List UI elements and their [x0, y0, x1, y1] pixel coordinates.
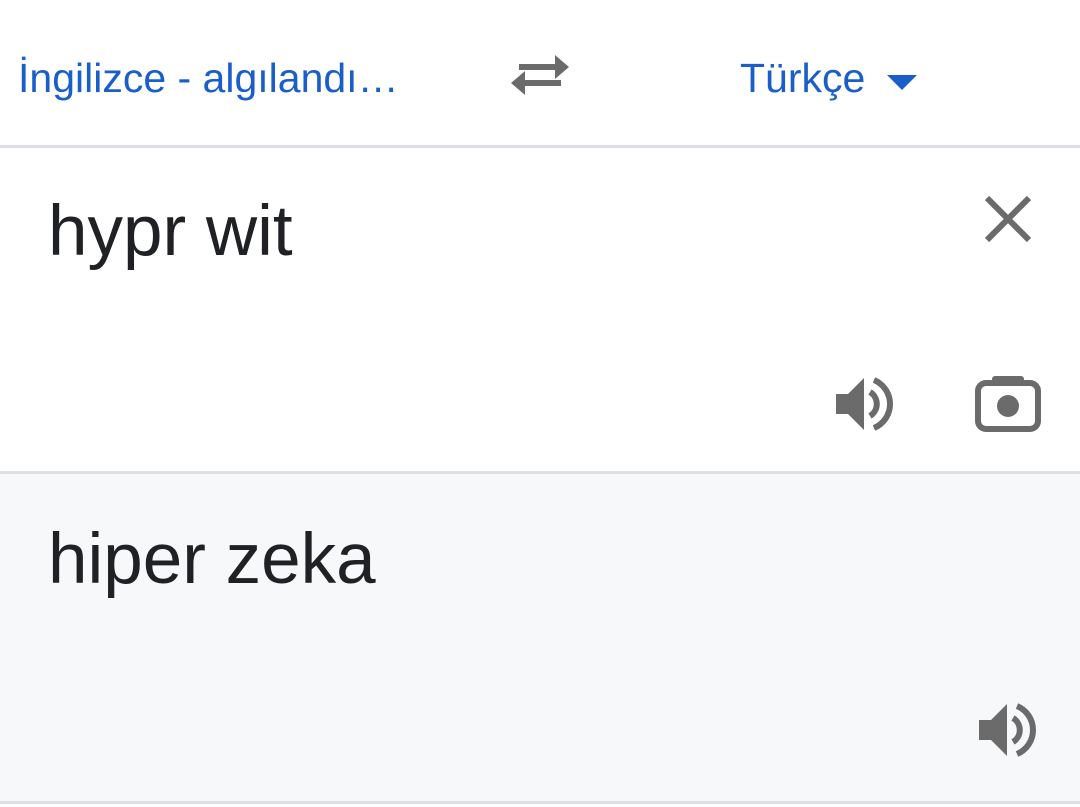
language-bar: İngilizce - algılandı… Türkçe: [0, 0, 1080, 145]
dropdown-arrow-icon: [887, 75, 918, 90]
volume-icon: [979, 703, 1036, 757]
source-panel: hypr wit: [0, 148, 1080, 471]
swap-languages-button[interactable]: [505, 45, 575, 105]
listen-source-button[interactable]: [830, 370, 898, 438]
result-panel: hiper zeka: [0, 474, 1080, 801]
camera-icon: [975, 376, 1041, 432]
listen-translation-button[interactable]: [973, 696, 1041, 764]
swap-arrows-icon: [511, 55, 569, 95]
close-icon: [984, 195, 1032, 243]
source-text-input[interactable]: hypr wit: [48, 190, 293, 274]
volume-icon: [836, 377, 893, 431]
target-language-label: Türkçe: [740, 55, 866, 101]
source-language-selector[interactable]: İngilizce - algılandı…: [18, 52, 399, 104]
divider: [0, 801, 1080, 804]
translate-app: İngilizce - algılandı… Türkçe hypr wit h…: [0, 0, 1080, 807]
clear-button[interactable]: [975, 186, 1041, 252]
target-language-selector[interactable]: Türkçe: [740, 52, 918, 104]
translation-result-text: hiper zeka: [48, 520, 376, 599]
camera-button[interactable]: [972, 372, 1044, 436]
